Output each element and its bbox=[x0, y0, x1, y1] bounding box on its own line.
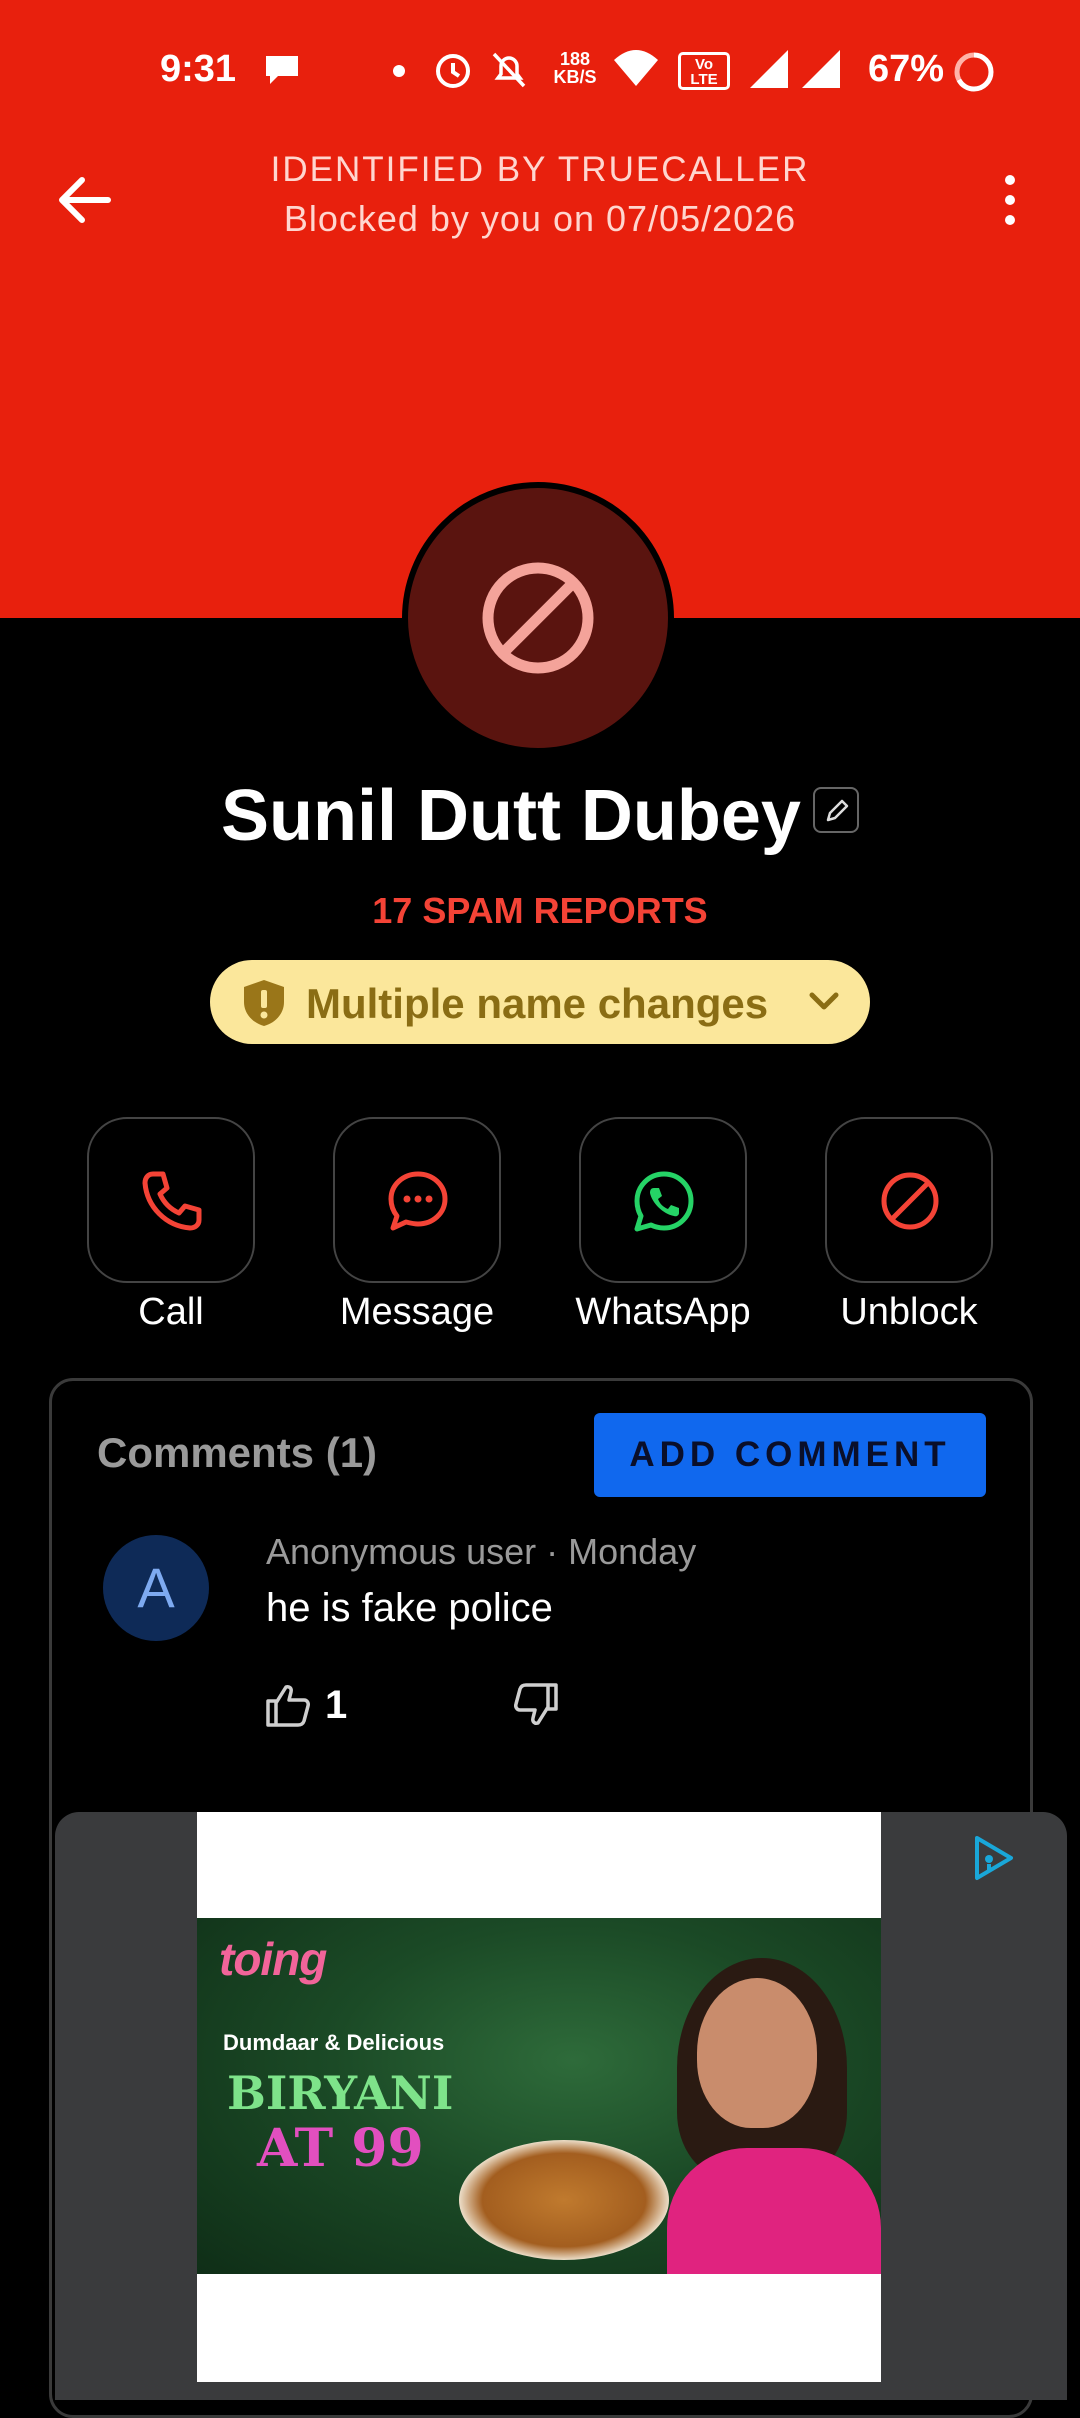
battery-ring-icon bbox=[954, 52, 994, 92]
identified-label: IDENTIFIED BY TRUECALLER bbox=[270, 150, 810, 189]
call-action[interactable]: Call bbox=[71, 1117, 271, 1334]
chat-bubble-icon bbox=[266, 56, 298, 84]
message-button[interactable] bbox=[333, 1117, 501, 1283]
whatsapp-action[interactable]: WhatsApp bbox=[563, 1117, 763, 1334]
contact-name: Sunil Dutt Dubey bbox=[221, 776, 801, 856]
ad-brand-logo: toing bbox=[219, 1933, 327, 1985]
ad-headline: BIRYANI bbox=[227, 2066, 454, 2120]
battery-percent: 67% bbox=[868, 48, 945, 90]
ad-model-face bbox=[697, 1978, 817, 2128]
block-icon bbox=[881, 1172, 939, 1230]
wifi-icon bbox=[614, 50, 658, 86]
add-comment-button[interactable]: ADD COMMENT bbox=[594, 1413, 986, 1497]
message-icon bbox=[388, 1171, 448, 1231]
comment-author-meta: Anonymous user · Monday bbox=[266, 1531, 697, 1572]
whatsapp-label: WhatsApp bbox=[575, 1291, 751, 1333]
thumbs-up-icon[interactable] bbox=[264, 1681, 312, 1729]
call-button[interactable] bbox=[87, 1117, 255, 1283]
notification-dot-icon bbox=[393, 65, 405, 77]
status-bar: 9:31 188 KB/S Vo LTE 67% bbox=[0, 0, 1080, 140]
alarm-icon bbox=[436, 54, 470, 88]
comment-avatar: A bbox=[103, 1535, 209, 1641]
ad-biryani-plate bbox=[459, 2140, 669, 2260]
like-count: 1 bbox=[325, 1683, 348, 1727]
unblock-action[interactable]: Unblock bbox=[809, 1117, 1009, 1334]
chevron-down-icon bbox=[809, 992, 839, 1010]
signal-icon-2 bbox=[802, 50, 840, 88]
notifications-off-icon bbox=[492, 52, 526, 88]
unblock-button[interactable] bbox=[825, 1117, 993, 1283]
unblock-label: Unblock bbox=[840, 1291, 978, 1333]
blocked-date-label: Blocked by you on 07/05/2026 bbox=[283, 198, 797, 239]
ad-price: AT 99 bbox=[257, 2118, 424, 2179]
volte-badge: Vo LTE bbox=[678, 52, 730, 90]
network-speed-value: 188 bbox=[559, 49, 591, 69]
name-changes-warning[interactable]: Multiple name changes bbox=[210, 960, 870, 1044]
ad-image[interactable]: toing Dumdaar & Delicious BIRYANI AT 99 bbox=[197, 1812, 881, 2382]
message-label: Message bbox=[339, 1291, 495, 1333]
blocked-icon bbox=[482, 562, 594, 674]
whatsapp-button[interactable] bbox=[579, 1117, 747, 1283]
comment-text: he is fake police bbox=[266, 1586, 553, 1630]
adchoices-icon[interactable] bbox=[967, 1832, 1019, 1884]
whatsapp-icon bbox=[634, 1171, 694, 1232]
edit-name-button[interactable] bbox=[812, 787, 859, 833]
thumbs-down-icon[interactable] bbox=[512, 1681, 560, 1729]
message-action[interactable]: Message bbox=[317, 1117, 517, 1334]
ad-creative: toing Dumdaar & Delicious BIRYANI AT 99 bbox=[197, 1918, 881, 2274]
network-speed: 188 KB/S bbox=[552, 50, 598, 86]
contact-avatar bbox=[402, 482, 674, 754]
comments-title: Comments (1) bbox=[97, 1429, 378, 1476]
ad-model-body bbox=[667, 2148, 881, 2274]
back-arrow-icon[interactable] bbox=[50, 170, 120, 230]
call-label: Call bbox=[138, 1291, 204, 1333]
ad-banner[interactable]: toing Dumdaar & Delicious BIRYANI AT 99 bbox=[55, 1812, 1067, 2400]
status-time: 9:31 bbox=[160, 48, 237, 90]
pencil-icon bbox=[826, 799, 849, 822]
spam-reports-label: 17 SPAM REPORTS bbox=[372, 890, 708, 931]
phone-icon bbox=[142, 1171, 202, 1231]
more-options-icon[interactable] bbox=[990, 170, 1030, 230]
warning-label: Multiple name changes bbox=[306, 980, 769, 1027]
contact-name-row: Sunil Dutt Dubey bbox=[0, 775, 1080, 857]
ad-tagline: Dumdaar & Delicious bbox=[223, 2030, 445, 2055]
network-speed-unit: KB/S bbox=[553, 67, 597, 87]
signal-icon bbox=[750, 50, 788, 88]
shield-alert-icon bbox=[244, 980, 284, 1026]
